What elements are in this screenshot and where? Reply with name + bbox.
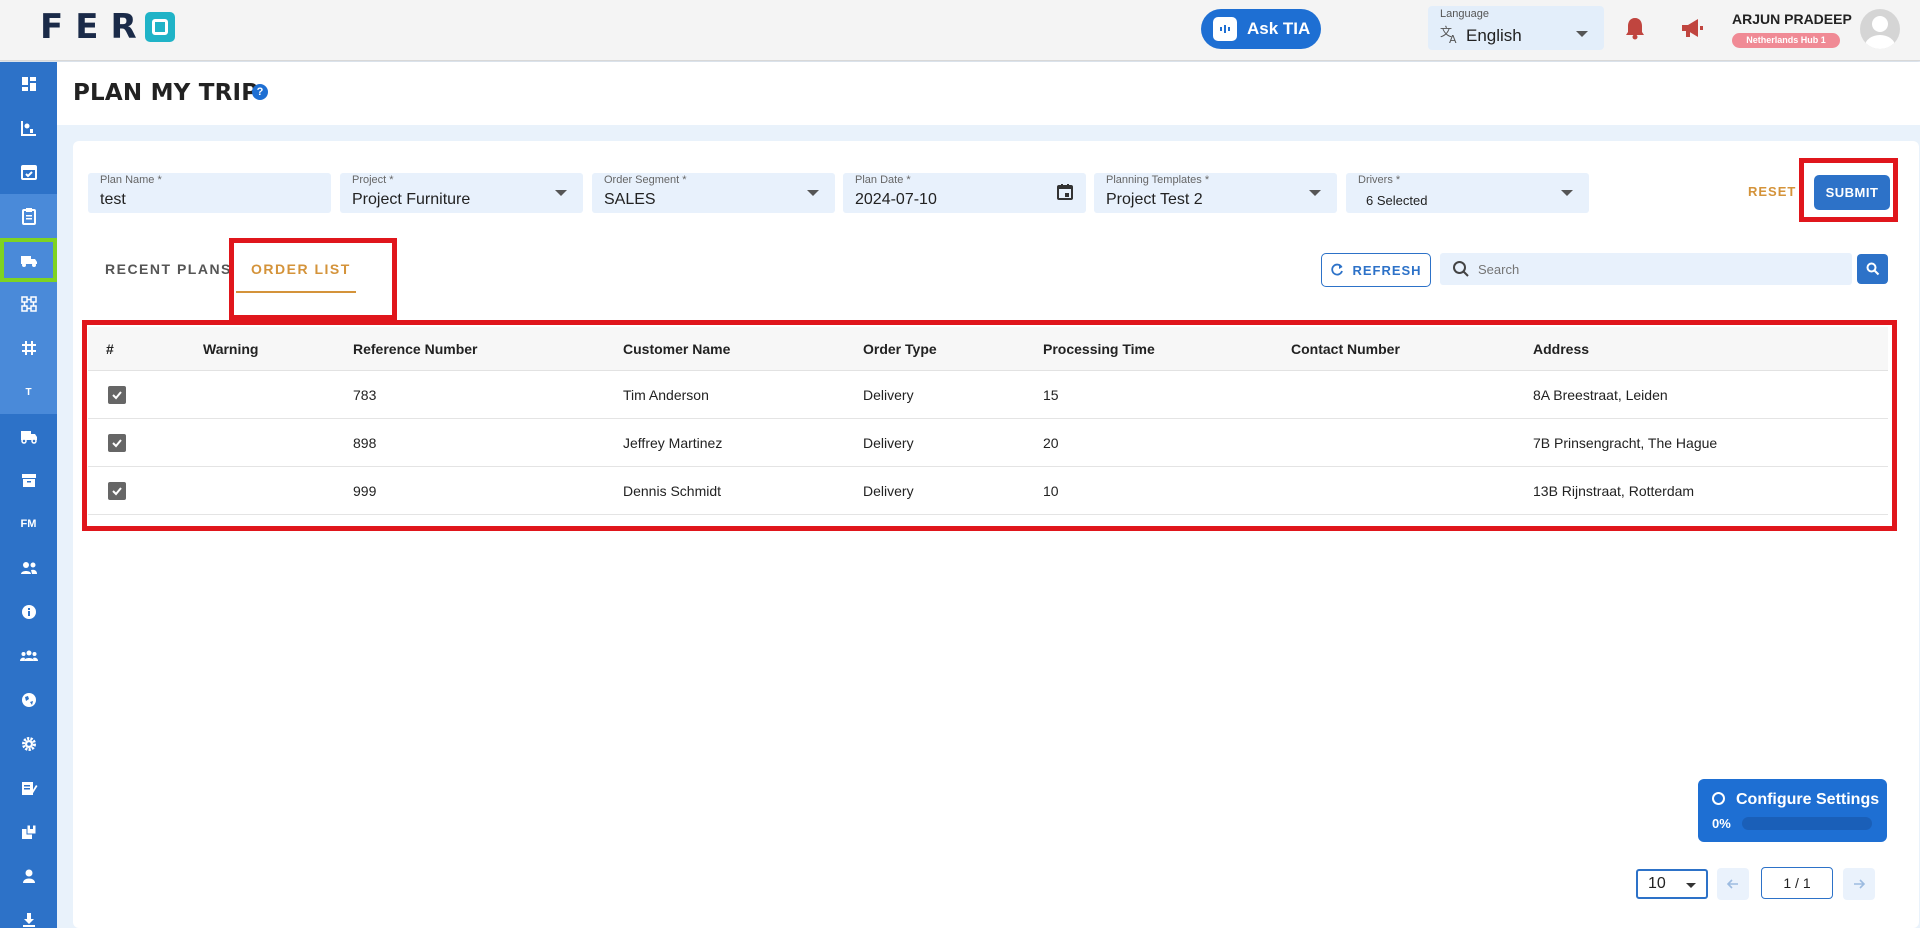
page-title: PLAN MY TRIP [73,80,259,106]
planning-templates-select[interactable]: Planning Templates * Project Test 2 [1094,173,1337,213]
submit-highlight-box [1799,158,1898,222]
project-label: Project * [352,174,394,186]
ask-tia-button[interactable]: Ask TIA [1201,9,1321,49]
globe-icon[interactable] [0,678,57,722]
page-indicator: 1 / 1 [1761,867,1833,899]
translate-icon: 文A [1440,24,1460,49]
download-icon[interactable] [0,898,57,928]
tia-voice-icon [1213,17,1237,41]
sidebar-t-label: T [25,386,32,398]
plan-date-field[interactable]: Plan Date * 2024-07-10 [843,173,1086,213]
project-select[interactable]: Project * Project Furniture [340,173,583,213]
configure-settings-widget[interactable]: Configure Settings 0% [1698,779,1887,842]
sidebar: T FM [0,62,57,928]
drivers-select[interactable]: Drivers * 6 Selected [1346,173,1589,213]
svg-text:A: A [1449,33,1457,44]
chevron-down-icon [1576,31,1588,37]
order-segment-select[interactable]: Order Segment * SALES [592,173,835,213]
clipboard-icon[interactable] [0,194,57,238]
configure-settings-percent: 0% [1712,816,1731,831]
avatar[interactable] [1860,9,1900,49]
group-icon[interactable] [0,634,57,678]
chevron-down-icon [555,190,567,196]
page-size-value: 10 [1648,875,1666,892]
chevron-down-icon [1561,190,1573,196]
calendar-check-icon[interactable] [0,150,57,194]
grid-hash-icon[interactable] [0,326,57,370]
prev-page-button[interactable] [1717,868,1749,900]
order-list-highlight-box [229,238,397,320]
calendar-icon[interactable] [1056,183,1074,201]
language-label: Language [1440,8,1489,20]
arrow-left-icon [1726,879,1738,889]
refresh-button[interactable]: REFRESH [1321,253,1431,287]
analytics-icon[interactable] [0,106,57,150]
reset-button[interactable]: RESET [1748,184,1796,199]
plan-name-field[interactable]: Plan Name * test [88,173,331,213]
t-letter-icon[interactable]: T [0,370,57,414]
arrow-right-icon [1854,879,1866,889]
planning-templates-value: Project Test 2 [1106,191,1203,208]
fm-icon[interactable]: FM [0,502,57,546]
refresh-label: REFRESH [1352,262,1422,278]
planning-templates-label: Planning Templates * [1106,174,1210,186]
user-name: ARJUN PRADEEP [1732,11,1852,27]
sidebar-fm-label: FM [20,518,37,530]
configure-settings-progress [1742,817,1872,830]
route-icon[interactable] [0,282,57,326]
chevron-down-icon [1686,883,1696,888]
plan-name-label: Plan Name * [100,174,162,186]
info-icon[interactable] [0,590,57,634]
top-bar: FER Ask TIA Language 文A English ARJUN PR… [0,0,1920,61]
truck-icon[interactable] [0,414,57,458]
drivers-label: Drivers * [1358,174,1401,186]
search-box [1440,253,1852,285]
search-button[interactable] [1857,254,1888,284]
language-value: English [1466,26,1522,45]
archive-icon[interactable] [0,458,57,502]
chevron-down-icon [807,190,819,196]
page-size-select[interactable]: 10 [1636,869,1708,899]
language-select[interactable]: Language 文A English [1428,6,1604,50]
megaphone-icon[interactable] [1680,17,1704,39]
settings-icon[interactable] [0,722,57,766]
circle-icon [1712,792,1725,805]
refresh-icon [1331,263,1344,276]
search-icon [1452,260,1470,278]
order-segment-value: SALES [604,191,656,208]
drivers-value: 6 Selected [1366,193,1428,208]
search-icon [1866,262,1879,276]
ask-tia-label: Ask TIA [1247,19,1311,38]
chevron-down-icon [1309,190,1321,196]
help-icon[interactable]: ? [252,84,268,100]
edit-note-icon[interactable] [0,766,57,810]
package-icon[interactable] [0,810,57,854]
hub-badge: Netherlands Hub 1 [1732,33,1840,48]
plan-date-value: 2024-07-10 [855,191,937,208]
logo-o-mark [144,12,175,42]
truck-plan-icon[interactable] [0,238,57,282]
logo-text: FER [40,7,149,47]
project-value: Project Furniture [352,191,471,208]
person-icon[interactable] [0,854,57,898]
search-input[interactable] [1478,257,1838,281]
dashboard-icon[interactable] [0,62,57,106]
table-highlight-box [82,320,1897,531]
bell-icon[interactable] [1624,16,1646,40]
plan-date-label: Plan Date * [855,174,911,186]
plan-name-value: test [100,191,126,208]
page-header: PLAN MY TRIP ? [57,62,1920,125]
people-icon[interactable] [0,546,57,590]
order-segment-label: Order Segment * [604,174,687,186]
tab-recent-plans[interactable]: RECENT PLANS [105,261,232,277]
next-page-button[interactable] [1843,868,1875,900]
fero-logo[interactable]: FER [40,7,175,47]
configure-settings-title: Configure Settings [1736,791,1880,808]
